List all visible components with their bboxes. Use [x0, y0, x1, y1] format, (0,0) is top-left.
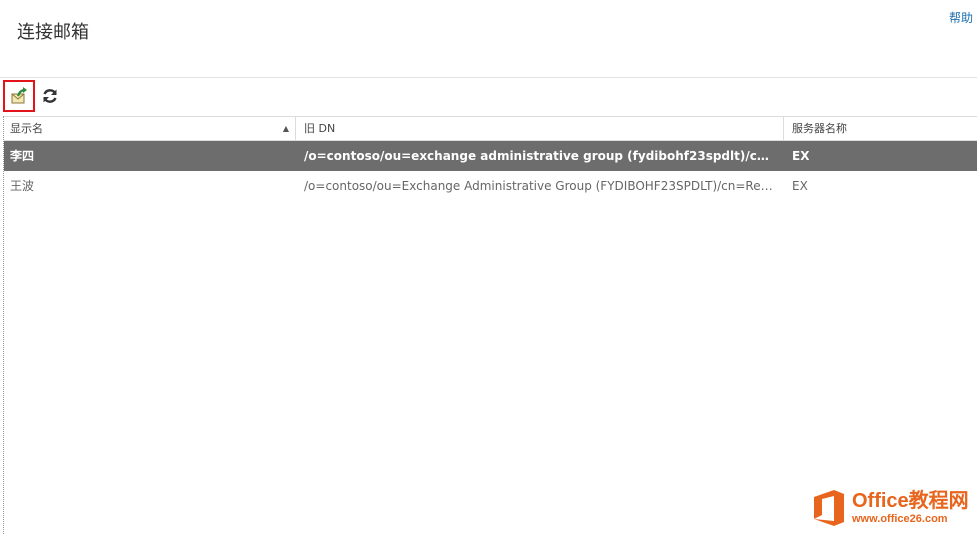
- watermark-url: www.office26.com: [852, 513, 948, 525]
- header-divider: [0, 77, 977, 78]
- office-logo-icon: [814, 490, 844, 526]
- column-header-display-name[interactable]: 显示名 ▲: [4, 117, 296, 140]
- cell-legacy-dn: /o=contoso/ou=exchange administrative gr…: [304, 149, 776, 163]
- column-header-server-name[interactable]: 服务器名称: [784, 117, 977, 140]
- cell-legacy-dn: /o=contoso/ou=Exchange Administrative Gr…: [304, 179, 776, 193]
- cell-display-name: 王波: [10, 179, 35, 193]
- help-link[interactable]: 帮助: [949, 9, 973, 26]
- table-row[interactable]: 王波 /o=contoso/ou=Exchange Administrative…: [4, 171, 977, 201]
- watermark: Office教程网 www.office26.com: [810, 486, 975, 530]
- mailbox-grid: 显示名 ▲ 旧 DN 服务器名称 李四 /o=contoso/ou=exchan…: [3, 116, 977, 534]
- table-row[interactable]: 李四 /o=contoso/ou=exchange administrative…: [4, 141, 977, 171]
- toolbar: [3, 80, 65, 112]
- column-header-legacy-dn[interactable]: 旧 DN: [296, 117, 784, 140]
- page-title: 连接邮箱: [17, 22, 89, 43]
- refresh-button[interactable]: [35, 81, 65, 111]
- refresh-icon: [43, 89, 57, 103]
- cell-server-name: EX: [792, 179, 808, 193]
- grid-header: 显示名 ▲ 旧 DN 服务器名称: [4, 116, 977, 141]
- watermark-title: Office教程网: [852, 490, 969, 512]
- connect-mailbox-icon: [11, 87, 27, 104]
- connect-mailbox-button[interactable]: [3, 80, 35, 112]
- cell-server-name: EX: [792, 149, 810, 163]
- cell-display-name: 李四: [10, 149, 35, 163]
- sort-ascending-icon: ▲: [282, 124, 289, 133]
